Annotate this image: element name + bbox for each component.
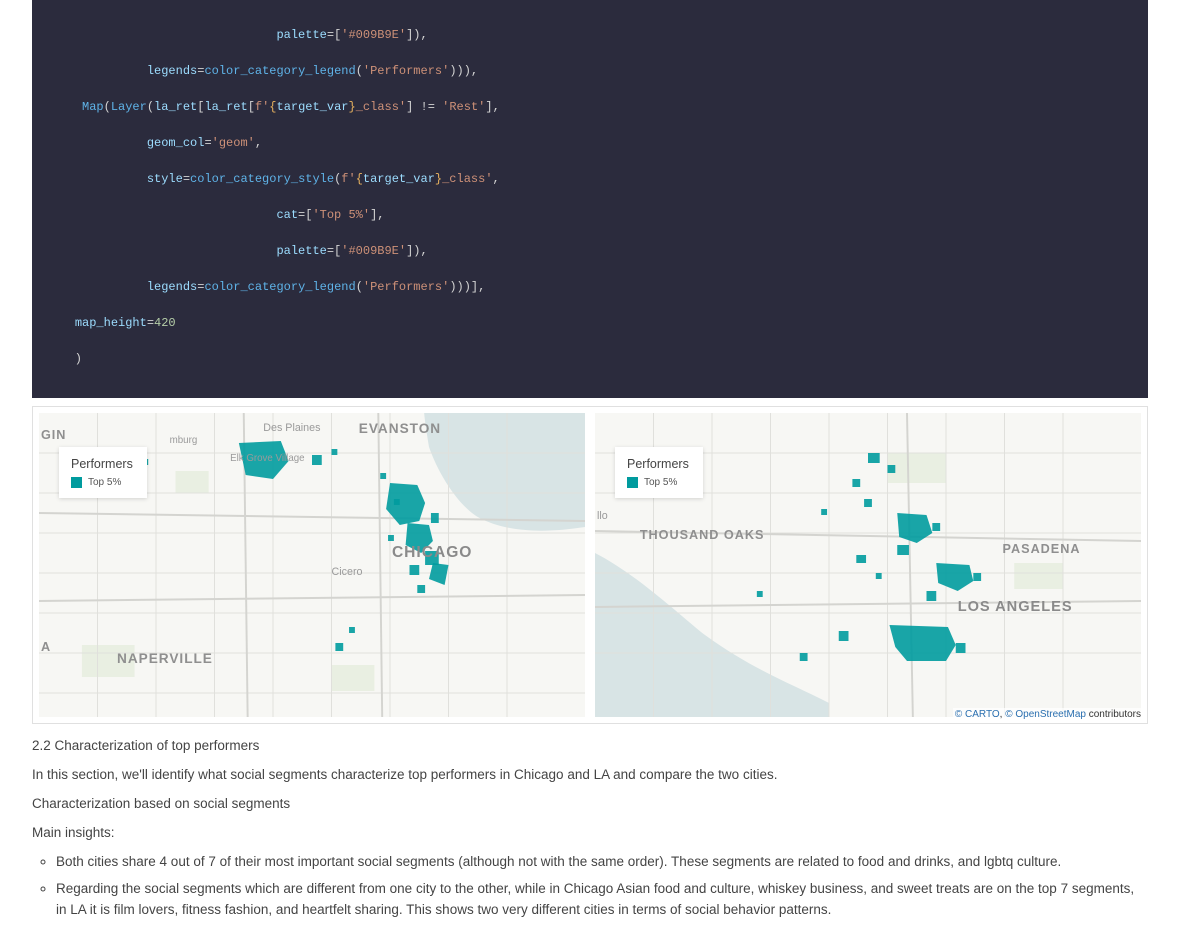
insight-item: Both cities share 4 out of 7 of their mo… xyxy=(56,852,1148,873)
label-schaumburg: mburg xyxy=(170,435,198,446)
insights-label: Main insights: xyxy=(32,823,1148,844)
label-gin: GIN xyxy=(41,427,66,442)
label-losangeles: LOS ANGELES xyxy=(958,599,1073,615)
label-elkgrove: Elk Grove Village xyxy=(230,453,305,464)
code-cell: palette=['#009B9E']), legends=color_cate… xyxy=(32,0,1148,398)
legend-item-label: Top 5% xyxy=(644,477,677,488)
attrib-osm-link[interactable]: © OpenStreetMap xyxy=(1005,709,1086,720)
label-llo: llo xyxy=(597,510,608,522)
prose-block: 2.2 Characterization of top performers I… xyxy=(32,736,1148,920)
legend-row: Top 5% xyxy=(627,477,689,488)
legend-row: Top 5% xyxy=(71,477,133,488)
section-sub: Characterization based on social segment… xyxy=(32,794,1148,815)
label-thousandoaks: THOUSAND OAKS xyxy=(640,527,765,542)
label-pasadena: PASADENA xyxy=(1003,541,1081,556)
map-attribution: © CARTO, © OpenStreetMap contributors xyxy=(953,708,1143,721)
legend-title: Performers xyxy=(71,457,133,471)
legend-title: Performers xyxy=(627,457,689,471)
map-la[interactable]: THOUSAND OAKS PASADENA LOS ANGELES llo P… xyxy=(595,413,1141,717)
insight-item: Regarding the social segments which are … xyxy=(56,879,1148,921)
legend-la: Performers Top 5% xyxy=(615,447,703,498)
legend-chicago: Performers Top 5% xyxy=(59,447,147,498)
attrib-carto-link[interactable]: © CARTO xyxy=(955,709,1000,720)
label-cicero: Cicero xyxy=(332,566,363,578)
section-intro: In this section, we'll identify what soc… xyxy=(32,765,1148,786)
label-a: A xyxy=(41,639,50,654)
map-output-container: EVANSTON CHICAGO NAPERVILLE Cicero Des P… xyxy=(32,406,1148,724)
insights-list: Both cities share 4 out of 7 of their mo… xyxy=(56,852,1148,921)
section-heading: 2.2 Characterization of top performers xyxy=(32,736,1148,757)
map-chicago[interactable]: EVANSTON CHICAGO NAPERVILLE Cicero Des P… xyxy=(39,413,585,717)
label-desplaines: Des Plaines xyxy=(263,422,321,434)
legend-item-label: Top 5% xyxy=(88,477,121,488)
legend-swatch xyxy=(627,477,638,488)
attrib-suffix: contributors xyxy=(1089,709,1141,720)
label-evanston: EVANSTON xyxy=(359,420,441,436)
legend-swatch xyxy=(71,477,82,488)
label-naperville: NAPERVILLE xyxy=(117,650,213,666)
label-chicago: CHICAGO xyxy=(392,544,472,561)
